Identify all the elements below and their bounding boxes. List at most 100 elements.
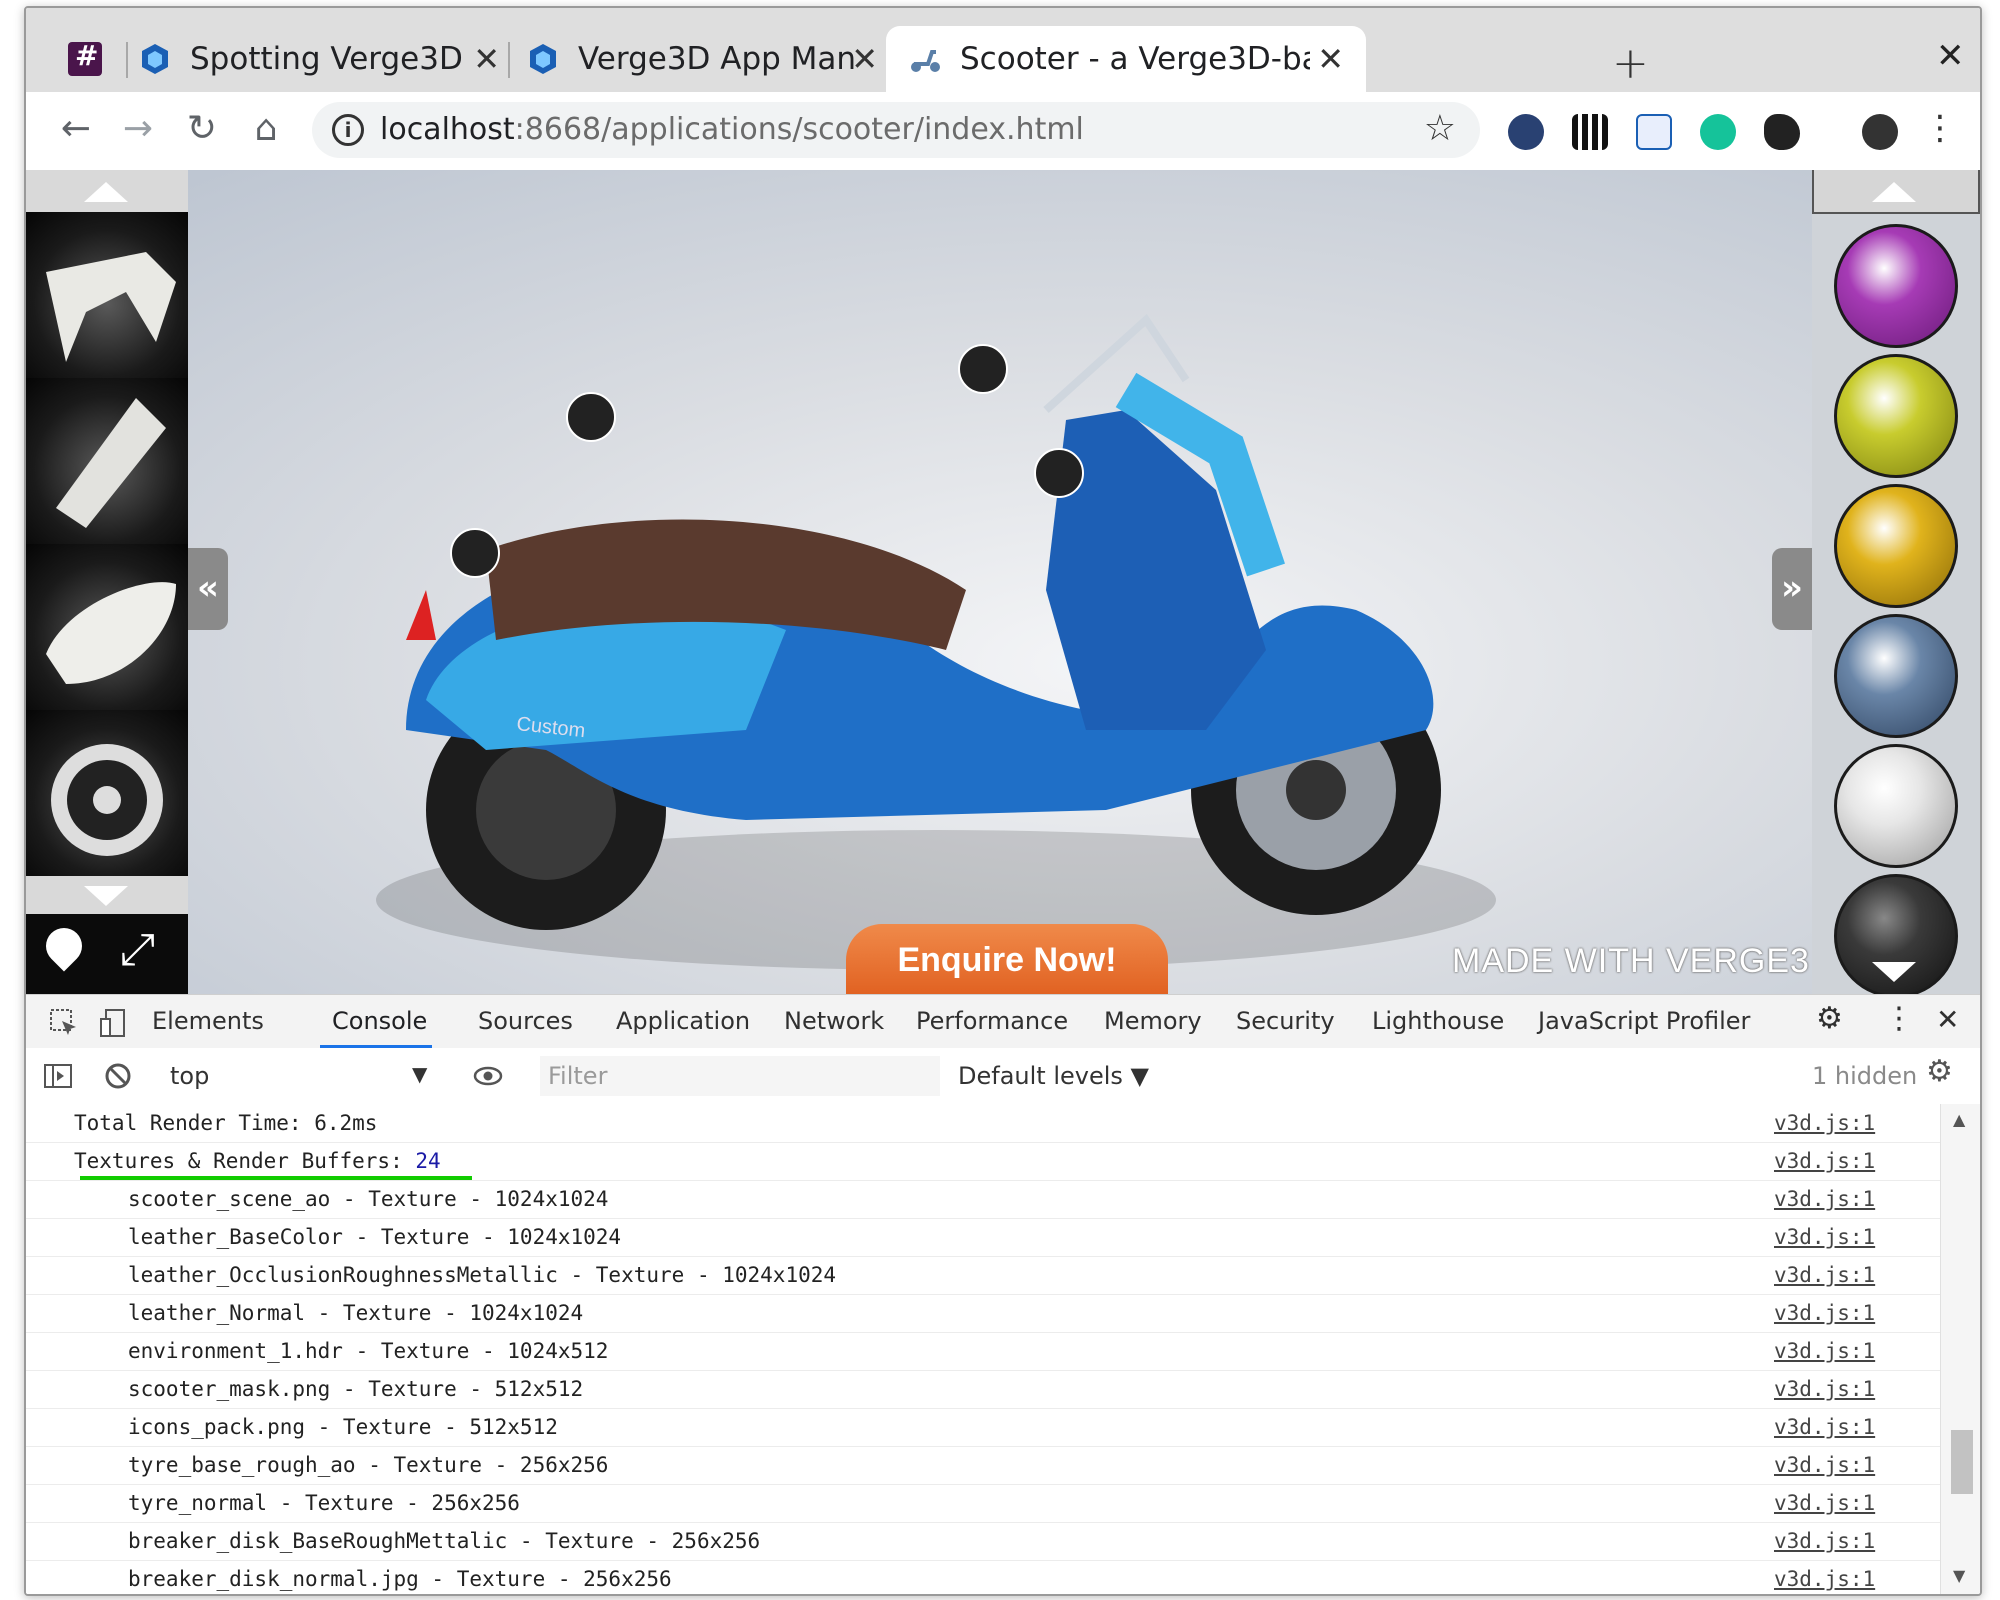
gnome-extension-icon[interactable] — [1764, 114, 1800, 150]
wheel-part[interactable] — [26, 710, 188, 876]
log-source-link[interactable]: v3d.js:1 — [1774, 1491, 1875, 1515]
devtools-settings-gear-icon[interactable]: ⚙ — [1816, 1001, 1843, 1036]
slack-icon[interactable] — [68, 39, 102, 76]
collapse-right-panel-button[interactable]: » — [1772, 548, 1812, 630]
log-number: 24 — [415, 1149, 441, 1173]
material-swatch-gold[interactable] — [1834, 484, 1958, 608]
log-source-link[interactable]: v3d.js:1 — [1774, 1111, 1875, 1135]
qr-code-extension-icon[interactable] — [1572, 114, 1608, 150]
log-source-link[interactable]: v3d.js:1 — [1774, 1225, 1875, 1249]
translate-extension-icon[interactable] — [1636, 114, 1672, 150]
log-source-link[interactable]: v3d.js:1 — [1774, 1187, 1875, 1211]
log-message: Total Render Time: 6.2ms — [74, 1111, 378, 1135]
footboard-part[interactable] — [26, 378, 188, 544]
tab-verge3d-app-manager[interactable]: Verge3D App Manager ✕ — [526, 26, 882, 92]
clear-console-icon[interactable] — [102, 1060, 134, 1092]
body-shell-part[interactable] — [26, 212, 188, 378]
tab-sources[interactable]: Sources — [478, 1007, 573, 1035]
log-source-link[interactable]: v3d.js:1 — [1774, 1263, 1875, 1287]
key-hotspot-icon[interactable] — [1034, 448, 1084, 498]
log-source-link[interactable]: v3d.js:1 — [1774, 1301, 1875, 1325]
log-source-link[interactable]: v3d.js:1 — [1774, 1339, 1875, 1363]
tab-console[interactable]: Console — [332, 1007, 427, 1035]
material-swatch-purple[interactable] — [1834, 224, 1958, 348]
tab-network[interactable]: Network — [784, 1007, 884, 1035]
forward-arrow-icon[interactable]: → — [116, 108, 160, 149]
scooter-model[interactable]: Custom — [26, 170, 1980, 994]
bookmark-star-icon[interactable]: ☆ — [1424, 108, 1456, 149]
context-selector[interactable]: top — [170, 1062, 209, 1090]
collapse-left-panel-button[interactable]: « — [188, 548, 228, 630]
parts-scroll-up-icon[interactable] — [84, 182, 128, 202]
console-toolbar: top ▼ Filter Default levels ▼ 1 hidden ⚙ — [26, 1048, 1980, 1105]
grammarly-extension-icon[interactable] — [1700, 114, 1736, 150]
scroll-up-arrow-icon[interactable]: ▲ — [1953, 1110, 1965, 1129]
log-source-link[interactable]: v3d.js:1 — [1774, 1529, 1875, 1553]
site-info-icon[interactable]: i — [332, 114, 364, 146]
log-message: breaker_disk_normal.jpg - Texture - 256x… — [128, 1567, 672, 1591]
address-bar[interactable]: i localhost:8668/applications/scooter/in… — [312, 102, 1480, 158]
log-row: leather_OcclusionRoughnessMetallic - Tex… — [26, 1256, 1940, 1295]
console-settings-gear-icon[interactable]: ⚙ — [1926, 1054, 1953, 1089]
scrollbar-thumb[interactable] — [1951, 1430, 1973, 1494]
materials-scroll-up-icon[interactable] — [1872, 182, 1916, 202]
fullscreen-icon[interactable]: ⤢ — [120, 924, 155, 975]
tab-memory[interactable]: Memory — [1104, 1007, 1202, 1035]
close-tab-icon[interactable]: ✕ — [1317, 40, 1344, 78]
location-pin-icon[interactable] — [38, 920, 90, 972]
wrench-hotspot-icon[interactable] — [958, 344, 1008, 394]
log-row: Total Render Time: 6.2ms v3d.js:1 — [26, 1104, 1940, 1143]
headlight-hotspot-icon[interactable] — [450, 528, 500, 578]
log-source-link[interactable]: v3d.js:1 — [1774, 1377, 1875, 1401]
url-host: localhost — [380, 112, 515, 147]
seat-part[interactable] — [26, 544, 188, 710]
browser-menu-icon[interactable]: ⋮ — [1918, 108, 1962, 148]
context-dropdown-caret-icon[interactable]: ▼ — [412, 1062, 427, 1086]
close-tab-icon[interactable]: ✕ — [851, 40, 878, 78]
profile-avatar-icon[interactable] — [1862, 114, 1898, 150]
log-source-link[interactable]: v3d.js:1 — [1774, 1149, 1875, 1173]
inspect-element-icon[interactable] — [48, 1007, 80, 1039]
scooter-viewport[interactable]: Custom ⤢ « » MADE WITH VERGE3 Enquire No… — [26, 170, 1980, 994]
tab-performance[interactable]: Performance — [916, 1007, 1068, 1035]
console-filter-input[interactable]: Filter — [540, 1056, 940, 1096]
close-window-button[interactable]: ✕ — [1936, 36, 1965, 76]
device-toolbar-icon[interactable] — [98, 1007, 130, 1039]
material-swatch-white[interactable] — [1834, 744, 1958, 868]
live-expression-eye-icon[interactable] — [472, 1060, 504, 1092]
tab-application[interactable]: Application — [616, 1007, 750, 1035]
lock-hotspot-icon[interactable] — [566, 392, 616, 442]
back-arrow-icon[interactable]: ← — [54, 108, 98, 149]
home-icon[interactable]: ⌂ — [244, 108, 288, 149]
log-source-link[interactable]: v3d.js:1 — [1774, 1415, 1875, 1439]
parts-scroll-down-icon[interactable] — [84, 886, 128, 906]
tab-spotting-verge3d[interactable]: Spotting Verge3D perform ✕ — [138, 26, 504, 92]
fedora-extension-icon[interactable] — [1508, 114, 1544, 150]
toggle-sidebar-icon[interactable] — [42, 1060, 74, 1092]
log-source-link[interactable]: v3d.js:1 — [1774, 1567, 1875, 1591]
tab-javascript-profiler[interactable]: JavaScript Profiler — [1538, 1007, 1750, 1035]
new-tab-button[interactable]: + — [1612, 38, 1649, 89]
enquire-now-button[interactable]: Enquire Now! — [846, 924, 1168, 994]
scroll-down-arrow-icon[interactable]: ▼ — [1953, 1566, 1965, 1585]
log-row: leather_BaseColor - Texture - 1024x1024 … — [26, 1218, 1940, 1257]
reload-icon[interactable]: ↻ — [180, 108, 224, 149]
close-tab-icon[interactable]: ✕ — [473, 40, 500, 78]
log-message: icons_pack.png - Texture - 512x512 — [128, 1415, 558, 1439]
tab-security[interactable]: Security — [1236, 1007, 1335, 1035]
close-devtools-icon[interactable]: ✕ — [1936, 1003, 1959, 1036]
log-levels-dropdown[interactable]: Default levels ▼ — [958, 1062, 1149, 1090]
log-source-link[interactable]: v3d.js:1 — [1774, 1453, 1875, 1477]
tab-scooter[interactable]: Scooter - a Verge3D-base ✕ — [886, 26, 1366, 92]
tab-elements[interactable]: Elements — [152, 1007, 264, 1035]
material-swatch-lime[interactable] — [1834, 354, 1958, 478]
materials-scroll-down-icon[interactable] — [1872, 962, 1916, 982]
material-swatch-steel-blue[interactable] — [1834, 614, 1958, 738]
scooter-icon — [911, 50, 940, 72]
console-scrollbar[interactable]: ▲ ▼ — [1940, 1104, 1980, 1594]
address-url: localhost:8668/applications/scooter/inde… — [380, 112, 1084, 147]
tab-title: Scooter - a Verge3D-base — [960, 41, 1310, 77]
devtools-menu-icon[interactable]: ⋮ — [1884, 1001, 1914, 1036]
made-with-verge3d-watermark[interactable]: MADE WITH VERGE3 — [1452, 942, 1810, 981]
tab-lighthouse[interactable]: Lighthouse — [1372, 1007, 1504, 1035]
